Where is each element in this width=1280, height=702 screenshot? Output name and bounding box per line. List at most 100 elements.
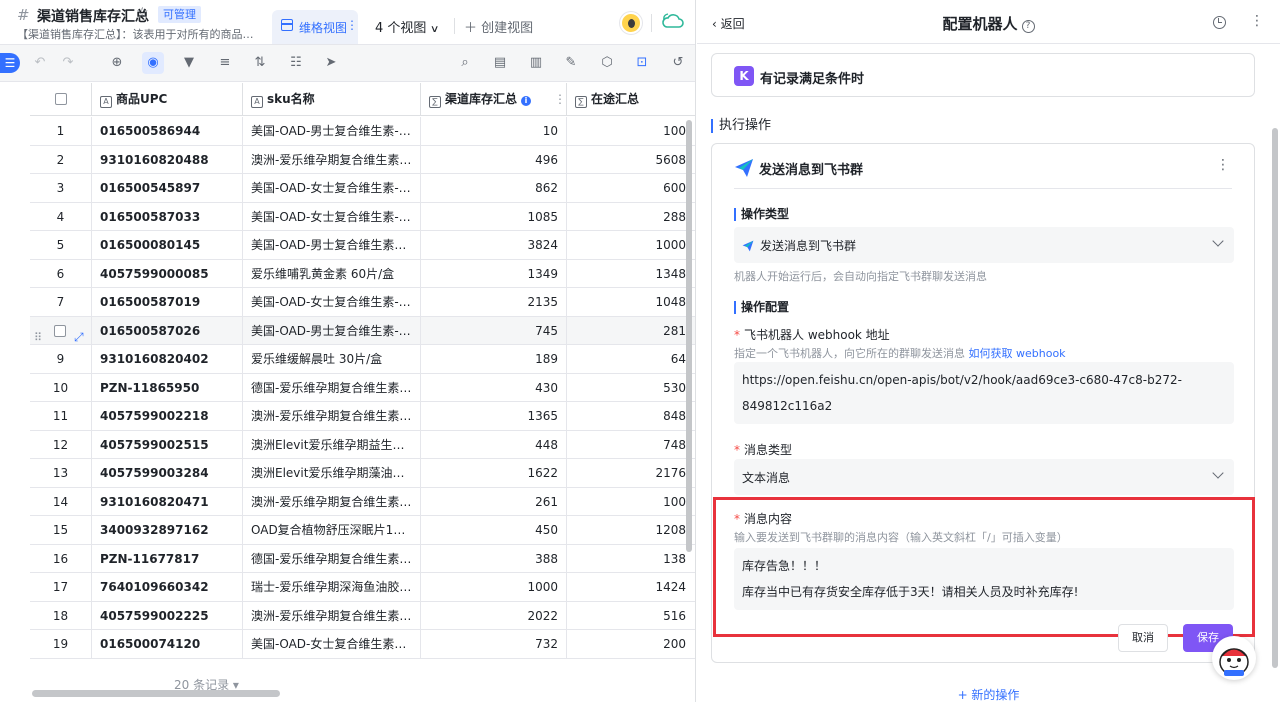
table-row[interactable]: 17 7640109660342 瑞士-爱乐维孕期深海鱼油胶… 1000 1424 bbox=[30, 573, 695, 602]
upc-cell[interactable]: PZN-11677817 bbox=[92, 544, 243, 573]
upc-cell[interactable]: 4057599002218 bbox=[92, 402, 243, 430]
transit-cell[interactable]: 100 bbox=[567, 117, 695, 145]
column-header-upc[interactable]: A 商品UPC bbox=[92, 83, 243, 116]
form-icon[interactable]: ▤ bbox=[489, 52, 511, 74]
stock-cell[interactable]: 2135 bbox=[421, 288, 567, 316]
clock-icon[interactable] bbox=[1213, 16, 1226, 29]
search-icon[interactable]: ⌕ bbox=[454, 52, 476, 74]
doc-title[interactable]: 渠道销售库存汇总 bbox=[37, 6, 149, 26]
star-icon[interactable]: ☆ bbox=[136, 5, 149, 21]
upc-cell[interactable]: 016500586944 bbox=[92, 117, 243, 145]
transit-cell[interactable]: 288 bbox=[567, 203, 695, 231]
transit-cell[interactable]: 600 bbox=[567, 174, 695, 202]
upc-cell[interactable]: 016500545897 bbox=[92, 174, 243, 202]
sku-cell[interactable]: 美国-OAD-男士复合维生素… bbox=[243, 231, 421, 259]
stock-cell[interactable]: 1085 bbox=[421, 202, 567, 231]
stock-cell[interactable]: 450 bbox=[421, 516, 567, 544]
sku-cell[interactable]: 美国-OAD-女士复合维生素-… bbox=[243, 174, 421, 202]
sku-cell[interactable]: 爱乐维缓解晨吐 30片/盒 bbox=[243, 345, 421, 373]
card-more-icon[interactable]: ⋮ bbox=[1216, 157, 1230, 173]
transit-cell[interactable]: 2176 bbox=[567, 459, 695, 487]
stock-cell[interactable]: 261 bbox=[421, 487, 567, 516]
widget-icon[interactable]: ✎ bbox=[560, 52, 582, 74]
avatar[interactable] bbox=[620, 12, 642, 34]
trigger-card[interactable]: K 有记录满足条件时 bbox=[711, 53, 1255, 97]
transit-cell[interactable]: 748 bbox=[567, 431, 695, 459]
row-index-cell[interactable]: 9 bbox=[30, 345, 92, 373]
transit-cell[interactable]: 200 bbox=[567, 630, 695, 658]
info-icon[interactable]: i bbox=[521, 96, 532, 106]
row-index-cell[interactable]: 3 bbox=[30, 174, 92, 202]
sku-cell[interactable]: 美国-OAD-女士复合维生素-… bbox=[243, 288, 421, 316]
sku-cell[interactable]: 美国-OAD-女士复合维生素-… bbox=[243, 202, 421, 231]
table-row[interactable]: 12 4057599002515 澳洲Elevit爱乐维孕期益生菌… 448 748 bbox=[30, 430, 695, 459]
cancel-button[interactable]: 取消 bbox=[1118, 624, 1168, 652]
stock-cell[interactable]: 732 bbox=[421, 630, 567, 658]
stock-cell[interactable]: 388 bbox=[421, 544, 567, 573]
drag-handle-icon[interactable]: ⠿ bbox=[34, 324, 42, 345]
sku-cell[interactable]: 德国-爱乐维孕期复合维生素-… bbox=[243, 544, 421, 573]
row-index-cell[interactable]: 19 bbox=[30, 630, 92, 658]
sku-cell[interactable]: 澳洲-爱乐维孕期复合维生素-… bbox=[243, 487, 421, 516]
stock-cell[interactable]: 2022 bbox=[421, 601, 567, 630]
history-icon[interactable]: ↺ bbox=[667, 52, 689, 74]
views-dropdown[interactable]: 4 个视图 ∨ bbox=[375, 17, 440, 36]
row-index-cell[interactable]: 6 bbox=[30, 259, 92, 288]
transit-cell[interactable]: 530 bbox=[567, 374, 695, 402]
transit-cell[interactable]: 1348 bbox=[567, 260, 695, 288]
row-index-cell[interactable]: 2 bbox=[30, 145, 92, 174]
stock-cell[interactable]: 3824 bbox=[421, 231, 567, 259]
transit-cell[interactable]: 64 bbox=[567, 345, 695, 373]
transit-cell[interactable]: 848 bbox=[567, 402, 695, 430]
transit-cell[interactable]: 281 bbox=[567, 317, 695, 345]
table-row[interactable]: 14 9310160820471 澳洲-爱乐维孕期复合维生素-… 261 100 bbox=[30, 487, 695, 516]
stock-cell[interactable]: 430 bbox=[421, 373, 567, 402]
horizontal-scrollbar[interactable] bbox=[32, 690, 280, 697]
transit-cell[interactable]: 1000 bbox=[567, 231, 695, 259]
upc-cell[interactable]: 3400932897162 bbox=[92, 516, 243, 544]
table-row[interactable]: 11 4057599002218 澳洲-爱乐维孕期复合维生素-… 1365 848 bbox=[30, 402, 695, 431]
sku-cell[interactable]: 澳洲Elevit爱乐维孕期藻油DH… bbox=[243, 459, 421, 487]
stock-cell[interactable]: 10 bbox=[421, 117, 567, 145]
sku-cell[interactable]: 美国-OAD-男士复合维生素-1… bbox=[243, 117, 421, 145]
new-action-button[interactable]: + 新的操作 bbox=[697, 686, 1280, 702]
redo-icon[interactable]: ↷ bbox=[57, 52, 79, 74]
undo-icon[interactable]: ↶ bbox=[29, 52, 51, 74]
table-row[interactable]: 4 016500587033 美国-OAD-女士复合维生素-… 1085 288 bbox=[30, 202, 695, 231]
transit-cell[interactable]: 1424 bbox=[567, 573, 695, 601]
row-index-cell[interactable]: 14 bbox=[30, 487, 92, 516]
table-row[interactable]: 1 016500586944 美国-OAD-男士复合维生素-1… 10 100 bbox=[30, 117, 695, 146]
add-record-icon[interactable]: ⊕ bbox=[106, 52, 128, 74]
transit-cell[interactable]: 138 bbox=[567, 545, 695, 573]
table-row[interactable]: 2 9310160820488 澳洲-爱乐维孕期复合维生素-… 496 5608 bbox=[30, 145, 695, 174]
column-header-sku[interactable]: Asku名称 bbox=[243, 83, 421, 116]
row-index-cell[interactable]: 4 bbox=[30, 202, 92, 231]
row-height-icon[interactable]: ☷ bbox=[285, 52, 307, 74]
sku-cell[interactable]: 澳洲-爱乐维孕期复合维生素-… bbox=[243, 402, 421, 430]
sku-cell[interactable]: 美国-OAD-女士复合维生素… bbox=[243, 630, 421, 658]
upc-cell[interactable]: 9310160820488 bbox=[92, 145, 243, 174]
table-row[interactable]: 9 9310160820402 爱乐维缓解晨吐 30片/盒 189 64 bbox=[30, 345, 695, 374]
sku-cell[interactable]: 澳洲-爱乐维孕期复合维生素-… bbox=[243, 145, 421, 174]
row-index-cell[interactable]: 11 bbox=[30, 402, 92, 430]
select-all-checkbox[interactable] bbox=[55, 93, 67, 105]
transit-cell[interactable]: 100 bbox=[567, 488, 695, 516]
upc-cell[interactable]: 016500587026 bbox=[92, 316, 243, 345]
stock-cell[interactable]: 496 bbox=[421, 145, 567, 174]
tab-grid-view[interactable]: 维格视图 ⋮ bbox=[272, 10, 358, 44]
table-row[interactable]: 6 4057599000085 爱乐维哺乳黄金素 60片/盒 1349 1348 bbox=[30, 259, 695, 288]
stock-cell[interactable]: 1622 bbox=[421, 459, 567, 487]
doc-description[interactable]: 【渠道销售库存汇总】：该表用于对所有的商品进行库存汇总 bbox=[17, 26, 263, 42]
row-index-cell[interactable]: ⠿ ⤢ bbox=[30, 316, 92, 345]
row-index-cell[interactable]: 18 bbox=[30, 601, 92, 630]
table-row[interactable]: 3 016500545897 美国-OAD-女士复合维生素-… 862 600 bbox=[30, 174, 695, 203]
row-index-cell[interactable]: 17 bbox=[30, 573, 92, 601]
group-icon[interactable]: ≡ bbox=[214, 52, 236, 74]
sku-cell[interactable]: 德国-爱乐维孕期复合维生素-… bbox=[243, 373, 421, 402]
row-index-cell[interactable]: 1 bbox=[30, 117, 92, 145]
panel-scrollbar[interactable] bbox=[1272, 128, 1278, 668]
stock-cell[interactable]: 745 bbox=[421, 316, 567, 345]
row-index-cell[interactable]: 13 bbox=[30, 459, 92, 487]
row-checkbox[interactable] bbox=[54, 324, 66, 337]
sku-cell[interactable]: 澳洲Elevit爱乐维孕期益生菌… bbox=[243, 430, 421, 459]
